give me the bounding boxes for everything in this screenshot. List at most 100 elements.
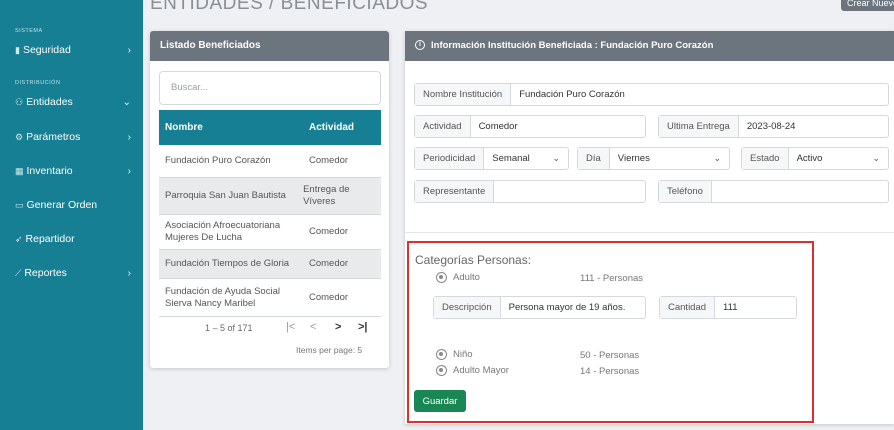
sidebar-section-distribucion: DISTRIBUCIÓN: [15, 80, 61, 86]
sidebar-item-label: Parámetros: [26, 131, 81, 143]
category-item-adulto-mayor[interactable]: Adulto Mayor: [436, 365, 509, 376]
table-row[interactable]: Fundación Puro Corazón Comedor: [159, 145, 381, 178]
sidebar-item-reportes[interactable]: ⟋ Reportes ›: [0, 263, 143, 283]
field-label: Descripción: [434, 297, 501, 318]
field-value: 111: [723, 302, 738, 313]
create-new-button[interactable]: Crear Nuevo: [841, 0, 894, 11]
ultima-entrega-field[interactable]: Ultima Entrega 2023-08-24: [658, 115, 889, 138]
cantidad-field[interactable]: Cantidad 111: [659, 296, 797, 319]
row-name: Fundación Tiempos de Gloria: [165, 258, 290, 269]
category-count: 50 - Personas: [580, 350, 640, 361]
actividad-field[interactable]: Actividad Comedor: [414, 115, 646, 138]
row-activity: Entrega de Víveres: [303, 184, 350, 207]
sidebar-item-label: Entidades: [26, 96, 73, 108]
sidebar-section-sistema: SISTEMA: [15, 28, 43, 34]
chevron-down-icon: ⌄: [872, 153, 880, 163]
descripcion-field[interactable]: Descripción Persona mayor de 19 años.: [433, 296, 646, 319]
field-value: Comedor: [478, 121, 518, 132]
items-per-page: Items per page: 5: [296, 345, 363, 355]
field-value: Viernes: [617, 153, 650, 164]
row-activity: Comedor: [309, 258, 349, 269]
users-icon: ⚇: [15, 96, 24, 107]
first-page-icon[interactable]: |<: [286, 321, 295, 333]
chevron-right-icon: ›: [127, 165, 131, 177]
field-value: 2023-08-24: [746, 121, 796, 132]
sidebar-item-label: Generar Orden: [26, 199, 98, 211]
row-activity: Comedor: [309, 291, 349, 303]
chevron-right-icon: ›: [127, 131, 131, 143]
field-value: Fundación Puro Corazón: [519, 89, 625, 100]
sidebar-item-inventario[interactable]: ▦ Inventario ›: [0, 161, 143, 181]
category-name: Niño: [453, 349, 473, 360]
next-page-icon[interactable]: >: [335, 321, 341, 333]
order-icon: ▭: [15, 199, 24, 210]
table-row[interactable]: Fundación Tiempos de Gloria Comedor: [159, 250, 381, 279]
category-name: Adulto: [453, 272, 480, 283]
categories-highlight-box: [407, 241, 814, 423]
beneficiaries-list-card: Listado Beneficiados Buscar... Nombre Ac…: [150, 31, 389, 368]
column-header-actividad[interactable]: Actividad: [305, 122, 354, 133]
search-input[interactable]: Buscar...: [159, 71, 381, 105]
sidebar: SISTEMA ▮ Seguridad › DISTRIBUCIÓN ⚇ Ent…: [0, 0, 143, 430]
category-name: Adulto Mayor: [453, 365, 509, 376]
row-activity: Comedor: [309, 155, 349, 166]
person-icon: [436, 272, 447, 283]
person-icon: [436, 349, 447, 360]
beneficiaries-table: Nombre Actividad Fundación Puro Corazón …: [159, 110, 381, 317]
field-value: Persona mayor de 19 años.: [508, 302, 626, 313]
sidebar-item-generar-orden[interactable]: ▭ Generar Orden: [0, 195, 143, 215]
chevron-down-icon: ⌄: [713, 153, 721, 163]
divider: [405, 232, 894, 233]
chart-icon: ⟋: [15, 267, 22, 278]
chevron-right-icon: ›: [127, 267, 131, 279]
field-label: Representante: [415, 181, 495, 202]
telefono-field[interactable]: Teléfono: [658, 180, 889, 203]
sidebar-item-label: Inventario: [26, 165, 73, 177]
field-label: Nombre Institución: [415, 84, 512, 105]
sliders-icon: ⚙: [15, 131, 24, 142]
inventory-icon: ▦: [15, 165, 24, 176]
detail-card-header: i Información Institución Beneficiada : F…: [405, 31, 894, 61]
sidebar-item-repartidor[interactable]: ➶ Repartidor: [0, 229, 143, 249]
sidebar-item-parametros[interactable]: ⚙ Parámetros ›: [0, 127, 143, 147]
table-row[interactable]: Asociación Afroecuatoriana Mujeres De Lu…: [159, 215, 381, 250]
field-label: Cantidad: [660, 297, 716, 318]
shield-icon: ▮: [15, 44, 20, 55]
field-value: Semanal: [492, 153, 530, 164]
column-header-nombre[interactable]: Nombre: [159, 122, 305, 133]
row-name: Fundación Puro Corazón: [165, 155, 271, 166]
table-header: Nombre Actividad: [159, 110, 381, 145]
sidebar-item-entidades[interactable]: ⚇ Entidades ⌄: [0, 92, 143, 112]
table-row[interactable]: Parroquia San Juan Bautista Entrega de V…: [159, 178, 381, 215]
sidebar-item-seguridad[interactable]: ▮ Seguridad ›: [0, 40, 143, 60]
table-row[interactable]: Fundación de Ayuda Social Sierva Nancy M…: [159, 279, 381, 317]
chevron-down-icon: ⌄: [552, 153, 560, 163]
chevron-right-icon: ›: [127, 44, 131, 56]
sidebar-item-label: Reportes: [24, 267, 67, 279]
category-item-adulto[interactable]: Adulto: [436, 272, 480, 283]
save-button[interactable]: Guardar: [414, 390, 466, 412]
field-label: Día: [578, 148, 610, 169]
page-range: 1 – 5 of 171: [205, 323, 253, 333]
chevron-down-icon: ⌄: [122, 96, 131, 108]
field-label: Teléfono: [659, 181, 712, 202]
category-item-nino[interactable]: Niño: [436, 349, 473, 360]
row-name: Fundación de Ayuda Social Sierva Nancy M…: [165, 285, 280, 309]
dia-select[interactable]: Día Viernes ⌄: [577, 147, 730, 170]
row-name: Asociación Afroecuatoriana Mujeres De Lu…: [165, 220, 281, 243]
categories-title: Categorías Personas:: [415, 253, 532, 267]
row-activity: Comedor: [309, 226, 349, 237]
delivery-icon: ➶: [15, 233, 23, 244]
previous-page-icon[interactable]: <: [310, 321, 316, 333]
category-count: 14 - Personas: [580, 366, 640, 377]
periodicidad-select[interactable]: Periodicidad Semanal ⌄: [414, 147, 569, 170]
estado-select[interactable]: Estado Activo ⌄: [741, 147, 889, 170]
nombre-institucion-field[interactable]: Nombre Institución Fundación Puro Corazó…: [414, 83, 889, 106]
category-count: 111 - Personas: [580, 273, 644, 284]
field-label: Periodicidad: [415, 148, 485, 169]
institution-detail-card: i Información Institución Beneficiada : F…: [405, 31, 894, 424]
last-page-icon[interactable]: >|: [358, 321, 368, 333]
sidebar-item-label: Seguridad: [22, 44, 71, 56]
representante-field[interactable]: Representante: [414, 180, 646, 203]
sidebar-item-label: Repartidor: [25, 233, 75, 245]
